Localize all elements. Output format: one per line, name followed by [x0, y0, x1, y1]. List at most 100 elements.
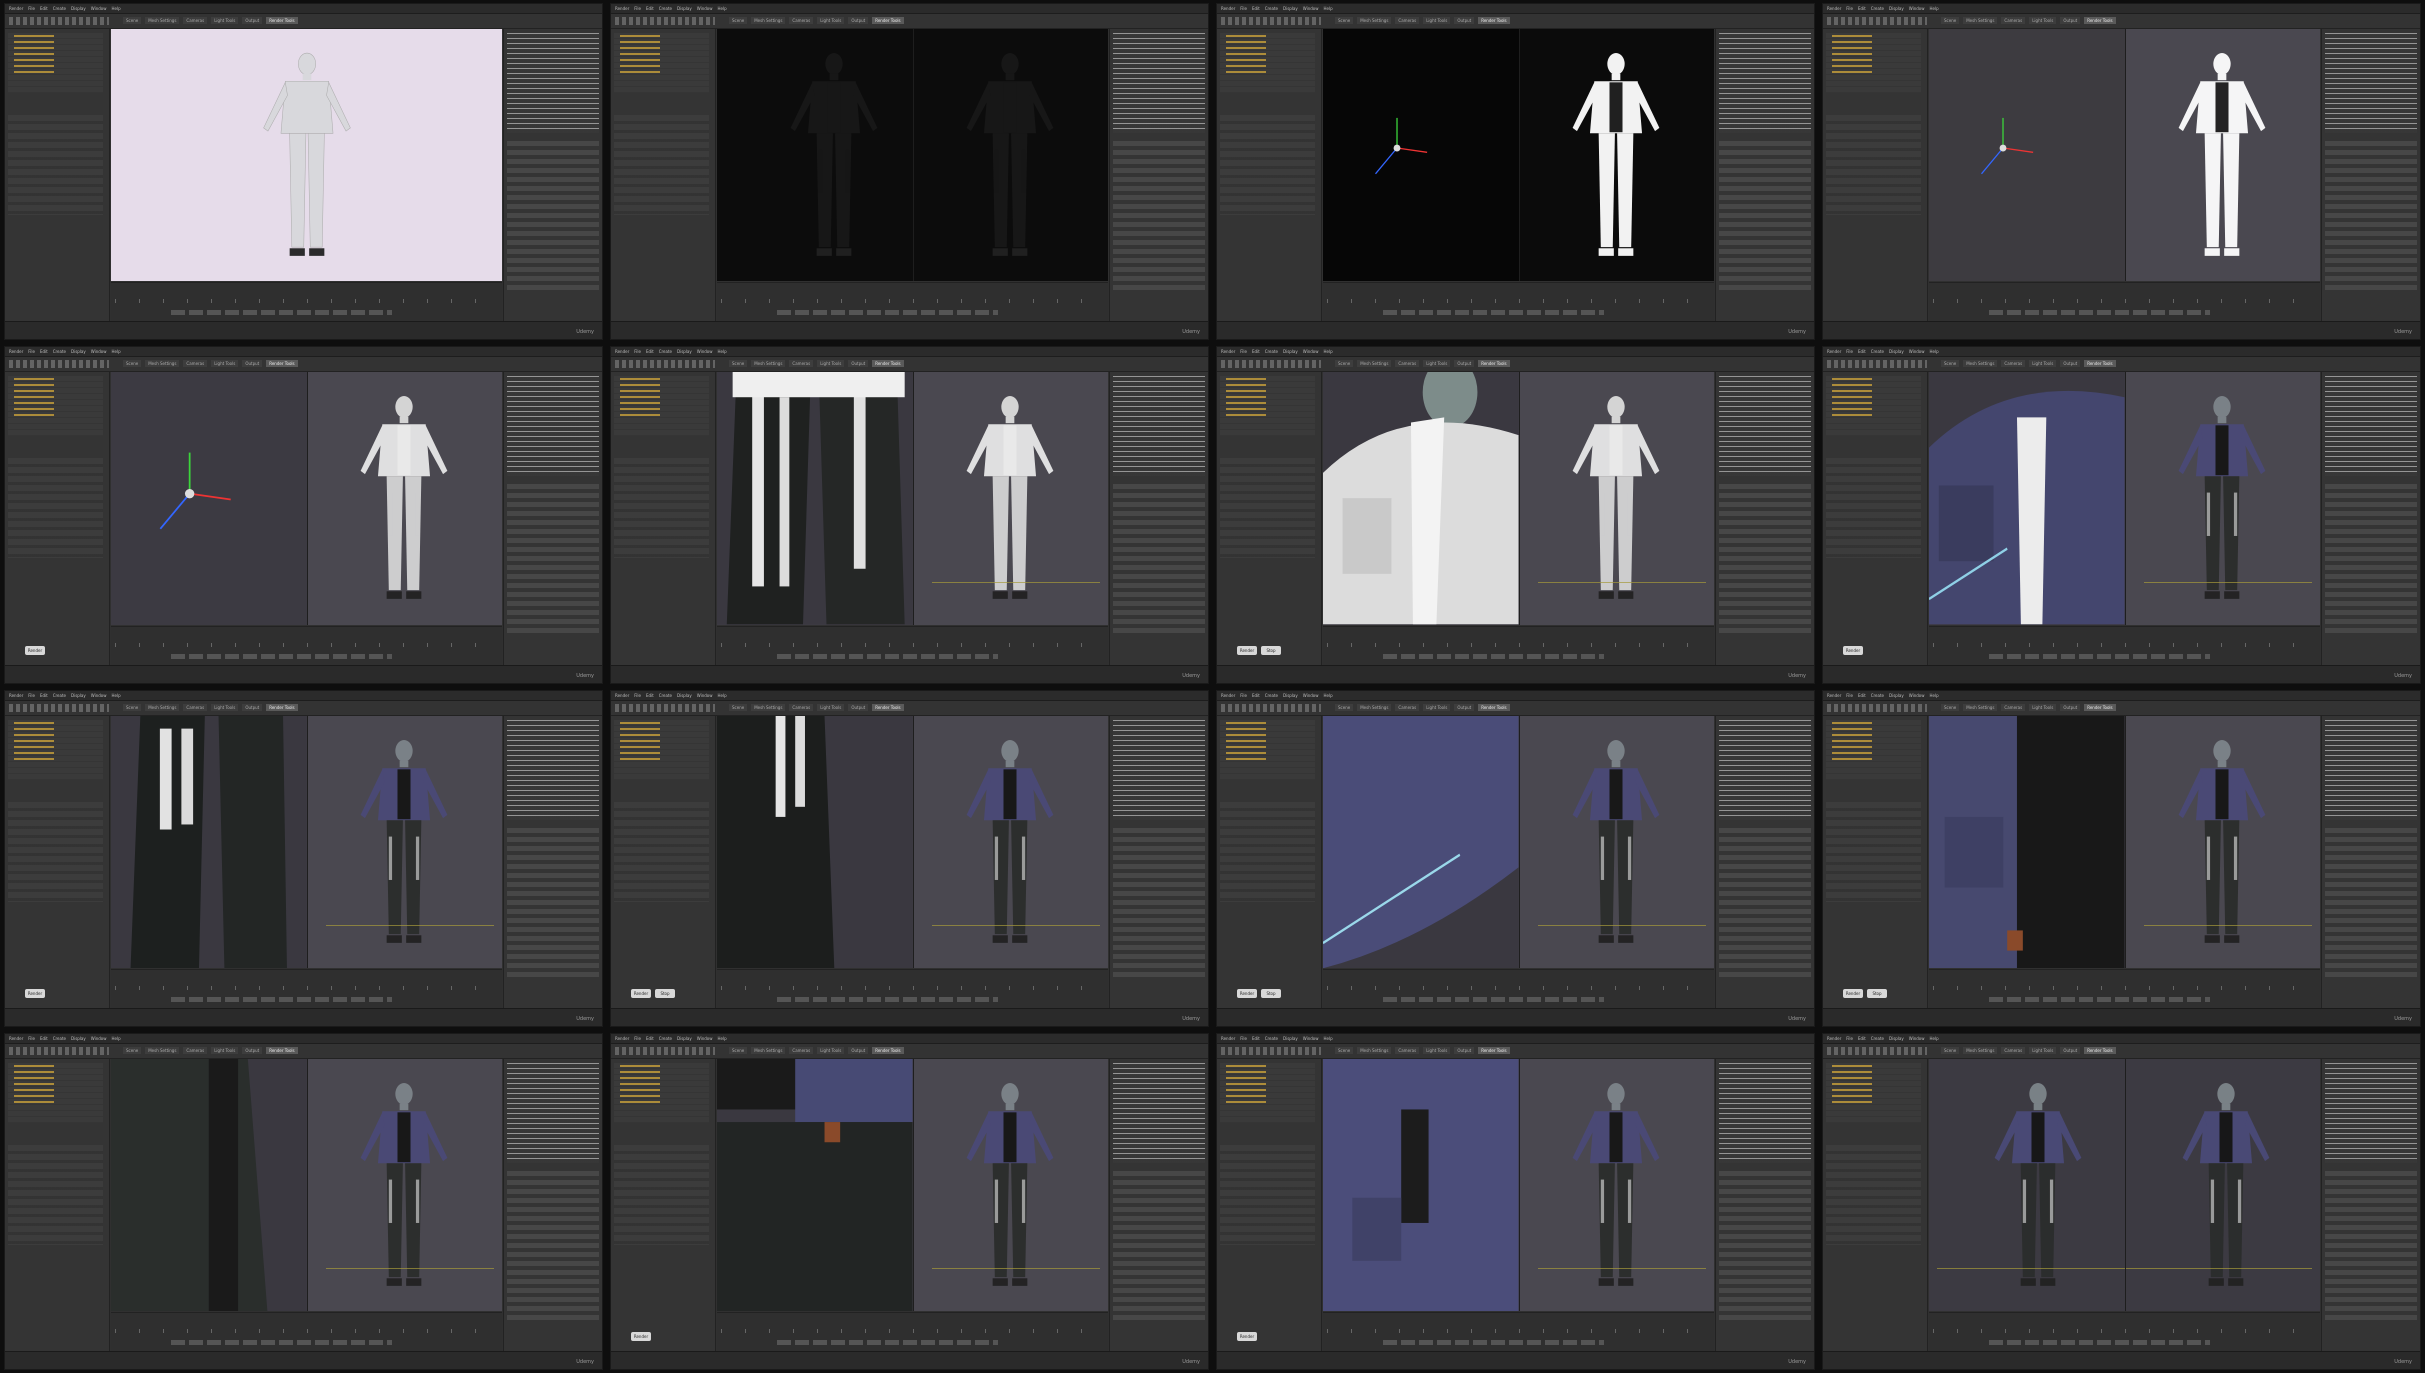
menu-item[interactable]: Help	[1324, 693, 1333, 698]
toolbar-tab[interactable]: Render Tools	[872, 17, 904, 24]
menu-item[interactable]: Window	[91, 1036, 107, 1041]
stop-button[interactable]: Stop	[1867, 988, 1887, 998]
toolbar-tab[interactable]: Output	[1454, 1046, 1475, 1054]
menu-item[interactable]: Display	[677, 349, 692, 354]
object-params[interactable]	[614, 801, 709, 902]
menu-item[interactable]: Window	[1909, 349, 1925, 354]
toolbar-tab[interactable]: Output	[2060, 703, 2081, 711]
toolbar-tab[interactable]: Scene	[1335, 1046, 1354, 1054]
render-button[interactable]: Render	[1237, 988, 1257, 998]
toolbar-tab[interactable]: Cameras	[183, 360, 208, 368]
materials-list[interactable]	[1719, 1062, 1811, 1163]
menu-item[interactable]: Create	[1265, 6, 1278, 11]
toolbar-tab[interactable]: Cameras	[183, 703, 208, 711]
menu-item[interactable]: Render	[1827, 349, 1841, 354]
menu-item[interactable]: File	[1846, 349, 1853, 354]
menu-item[interactable]: Render	[9, 1036, 23, 1041]
menu-item[interactable]: File	[1846, 6, 1853, 11]
object-params[interactable]	[8, 115, 103, 215]
menu-item[interactable]: Display	[71, 693, 86, 698]
scene-tree[interactable]	[1220, 719, 1315, 780]
menu-item[interactable]: Display	[677, 693, 692, 698]
toolbar-tab[interactable]: Render Tools	[2084, 17, 2116, 24]
menu-item[interactable]: Display	[1283, 1036, 1298, 1041]
render-viewport[interactable]	[1929, 715, 2320, 968]
menu-item[interactable]: File	[1240, 349, 1247, 354]
material-params[interactable]	[1719, 141, 1811, 291]
tool-icons[interactable]	[9, 17, 109, 25]
menu-item[interactable]: Create	[1871, 349, 1884, 354]
menu-item[interactable]: Window	[1303, 6, 1319, 11]
scene-tree[interactable]	[8, 1062, 103, 1123]
menu-item[interactable]: Help	[1930, 349, 1939, 354]
toolbar-tab[interactable]: Light Tools	[817, 1046, 845, 1054]
timeline[interactable]	[1323, 282, 1714, 322]
menu-item[interactable]: Edit	[646, 693, 654, 698]
object-params[interactable]	[1220, 1144, 1315, 1245]
tool-icons[interactable]	[615, 703, 715, 712]
menu-item[interactable]: Window	[1909, 6, 1925, 11]
menu-item[interactable]: Edit	[646, 6, 654, 11]
menu-item[interactable]: Help	[112, 349, 121, 354]
object-params[interactable]	[1826, 458, 1921, 559]
render-button[interactable]: Render	[1237, 645, 1257, 655]
materials-list[interactable]	[507, 33, 599, 133]
toolbar-tab[interactable]: Render Tools	[1478, 17, 1510, 24]
toolbar-tab[interactable]: Light Tools	[1423, 703, 1451, 711]
toolbar-tab[interactable]: Scene	[123, 703, 142, 711]
menu-item[interactable]: Edit	[1252, 6, 1260, 11]
timeline[interactable]	[1929, 625, 2320, 665]
toolbar-tab[interactable]: Render Tools	[266, 1046, 298, 1054]
toolbar-tab[interactable]: Scene	[1335, 17, 1354, 24]
stop-button[interactable]: Stop	[1261, 988, 1281, 998]
toolbar-tab[interactable]: Light Tools	[2029, 703, 2057, 711]
toolbar-tab[interactable]: Render Tools	[872, 703, 904, 711]
material-params[interactable]	[2325, 827, 2417, 978]
menu-item[interactable]: File	[1846, 693, 1853, 698]
tool-icons[interactable]	[1827, 703, 1927, 712]
material-params[interactable]	[1113, 484, 1205, 635]
menu-item[interactable]: Edit	[646, 1036, 654, 1041]
materials-list[interactable]	[507, 376, 599, 477]
menu-item[interactable]: Render	[1827, 1036, 1841, 1041]
toolbar-tab[interactable]: Scene	[1941, 360, 1960, 368]
object-params[interactable]	[1826, 1144, 1921, 1245]
toolbar-tab[interactable]: Output	[1454, 703, 1475, 711]
material-params[interactable]	[507, 827, 599, 978]
object-params[interactable]	[8, 458, 103, 559]
material-params[interactable]	[507, 141, 599, 291]
materials-list[interactable]	[2325, 719, 2417, 820]
menu-item[interactable]: Edit	[40, 693, 48, 698]
toolbar-tab[interactable]: Cameras	[2001, 703, 2026, 711]
timeline[interactable]	[717, 1312, 1108, 1351]
tool-icons[interactable]	[9, 703, 109, 712]
menu-item[interactable]: File	[634, 1036, 641, 1041]
material-params[interactable]	[2325, 141, 2417, 291]
toolbar-tab[interactable]: Light Tools	[817, 360, 845, 368]
light-gizmo-icon[interactable]	[131, 435, 248, 536]
toolbar-tab[interactable]: Mesh Settings	[145, 17, 180, 24]
render-viewport[interactable]	[111, 715, 502, 968]
menu-item[interactable]: Edit	[1858, 1036, 1866, 1041]
materials-list[interactable]	[2325, 33, 2417, 133]
menu-item[interactable]: Help	[1324, 6, 1333, 11]
stop-button[interactable]: Stop	[655, 988, 675, 998]
toolbar-tab[interactable]: Scene	[123, 360, 142, 368]
toolbar-tab[interactable]: Cameras	[2001, 360, 2026, 368]
stop-button[interactable]: Stop	[1261, 645, 1281, 655]
render-viewport[interactable]	[1323, 372, 1714, 625]
scene-tree[interactable]	[1826, 376, 1921, 437]
menu-item[interactable]: Create	[1871, 1036, 1884, 1041]
menu-item[interactable]: Display	[1889, 349, 1904, 354]
toolbar-tab[interactable]: Cameras	[183, 1046, 208, 1054]
material-params[interactable]	[2325, 484, 2417, 635]
toolbar-tab[interactable]: Scene	[1941, 17, 1960, 24]
tool-icons[interactable]	[9, 1046, 109, 1055]
menu-item[interactable]: Display	[1283, 693, 1298, 698]
material-params[interactable]	[1113, 827, 1205, 978]
toolbar-tab[interactable]: Mesh Settings	[1963, 17, 1998, 24]
toolbar-tab[interactable]: Cameras	[789, 703, 814, 711]
timeline[interactable]	[717, 625, 1108, 665]
menu-item[interactable]: Window	[1909, 693, 1925, 698]
object-params[interactable]	[614, 115, 709, 215]
